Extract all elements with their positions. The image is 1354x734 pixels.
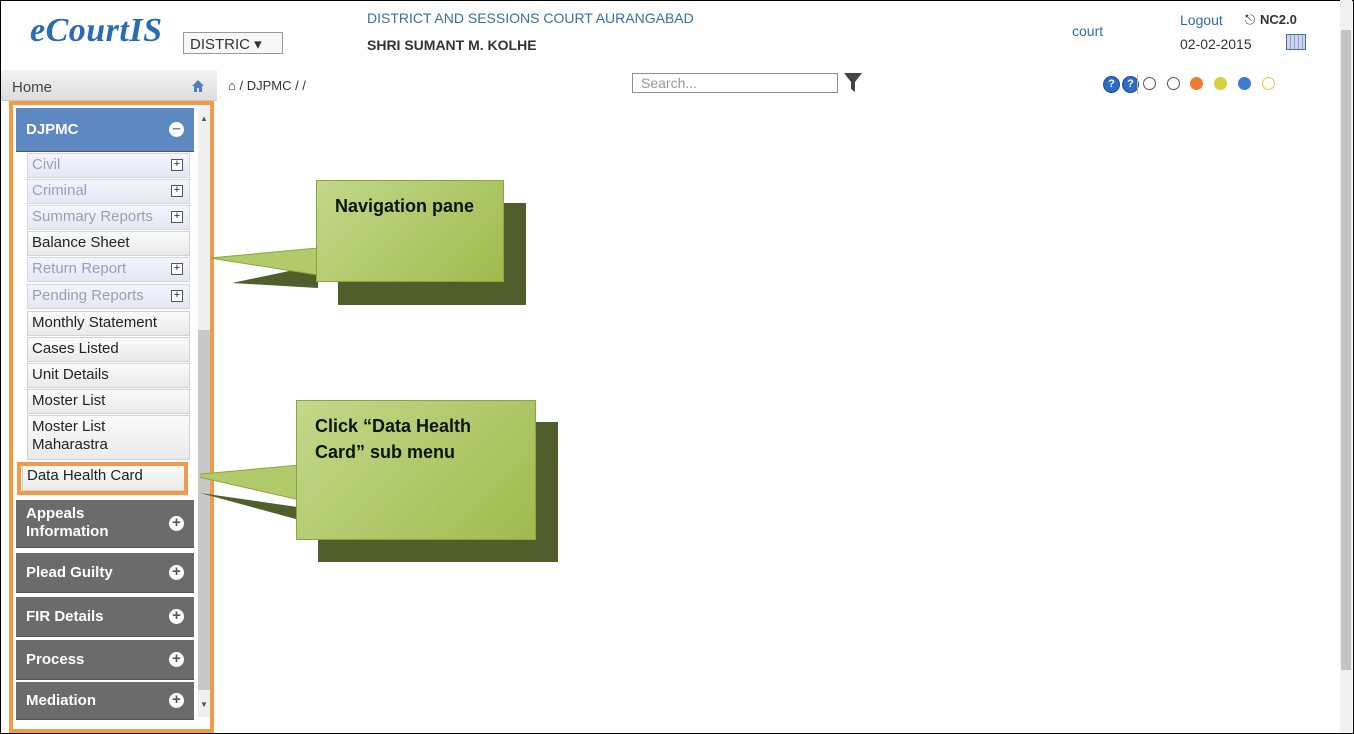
search-input[interactable]: Search... xyxy=(632,73,838,93)
help-icon[interactable]: ? xyxy=(1103,76,1120,93)
calendar-icon[interactable] xyxy=(1286,34,1306,50)
home-label[interactable]: Home xyxy=(12,79,52,96)
filter-icon[interactable] xyxy=(843,72,863,94)
data-health-card-callout: Click “Data Health Card” sub menu xyxy=(296,400,536,540)
page-scrollbar-thumb[interactable] xyxy=(1341,30,1351,670)
logout-icon[interactable]: ⎋ xyxy=(1245,12,1255,28)
home-icon[interactable] xyxy=(192,80,204,92)
current-date: 02-02-2015 xyxy=(1180,36,1252,52)
theme-yellow-outline-circle[interactable] xyxy=(1262,77,1275,90)
user-name: court xyxy=(1072,23,1104,39)
toolbar-divider xyxy=(1137,74,1138,94)
theme-yellow-circle[interactable] xyxy=(1214,77,1227,90)
judge-name: SHRI SUMANT M. KOLHE xyxy=(367,37,537,53)
ecourtis-logo: eCourtIS xyxy=(30,12,163,49)
navigation-pane-callout: Navigation pane xyxy=(316,180,504,282)
theme-blue-circle[interactable] xyxy=(1238,77,1251,90)
theme-white-circle-2[interactable] xyxy=(1167,77,1180,90)
theme-white-circle[interactable] xyxy=(1143,77,1156,90)
breadcrumb: ⌂ / DJPMC / / xyxy=(228,78,306,93)
version-label: NC2.0 xyxy=(1260,12,1297,27)
theme-orange-circle[interactable] xyxy=(1190,77,1203,90)
court-name: DISTRICT AND SESSIONS COURT AURANGABAD xyxy=(367,10,694,26)
district-select[interactable]: DISTRIC ▾ xyxy=(183,32,283,54)
navigation-pane-highlight xyxy=(9,101,214,733)
logout-link[interactable]: Logout xyxy=(1180,12,1223,28)
